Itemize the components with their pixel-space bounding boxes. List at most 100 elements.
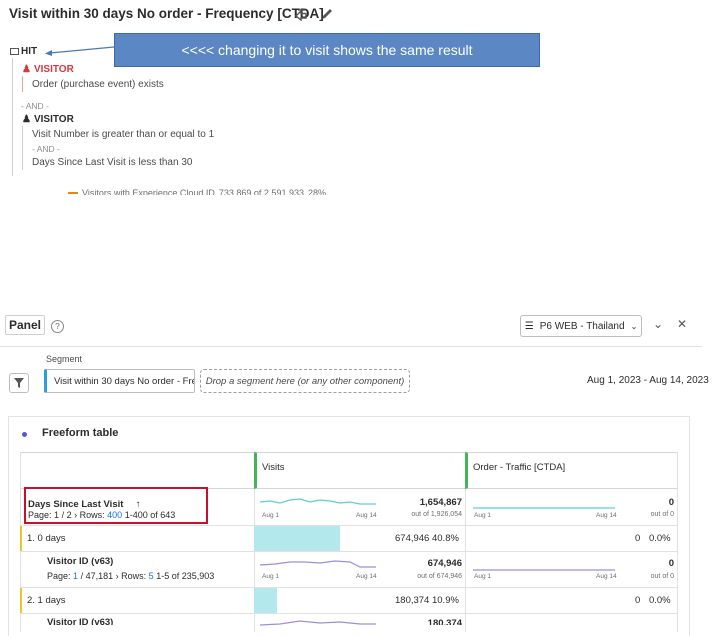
row-1-orders-pct: 0.0%	[648, 533, 671, 544]
row-divider	[20, 613, 678, 614]
callout-arrow-icon	[45, 46, 115, 56]
breakdown-visits: 674,946	[427, 558, 462, 569]
breakdown-page-label: Page:	[47, 571, 71, 581]
breakdown-page-number[interactable]: 1	[73, 571, 78, 581]
visitor-container-1[interactable]: ♟ VISITOR	[22, 64, 74, 75]
person-icon: ♟	[22, 114, 31, 125]
row-divider	[20, 551, 678, 552]
breakdown-2-visits: 180,374	[427, 618, 462, 625]
row-1-visits: 674,946	[395, 533, 430, 544]
condition-visit-number[interactable]: Visit Number is greater than or equal to…	[32, 129, 214, 140]
table-right-border	[677, 452, 678, 632]
applied-segment-pill[interactable]: Visit within 30 days No order - Frequenc…	[44, 369, 195, 393]
breakdown-visits-sparkline	[260, 560, 376, 568]
panel-title[interactable]: Panel	[5, 315, 46, 335]
visualization-status-dot	[22, 432, 27, 437]
chevron-right-icon[interactable]: ›	[116, 571, 119, 581]
summary-pct: 28%	[307, 188, 326, 195]
info-icon[interactable]: ?	[51, 320, 64, 333]
breakdown-2-dimension-name[interactable]: Visitor ID (v63)	[47, 617, 113, 625]
breakdown-dimension-name[interactable]: Visitor ID (v63)	[47, 556, 113, 567]
row-1-orders: 0	[635, 533, 641, 544]
breakdown-pagination: Page: 1 / 47,181 › Rows: 5 1-5 of 235,90…	[47, 571, 214, 581]
visitor-2-rail	[22, 126, 23, 170]
freeform-title[interactable]: Freeform table	[42, 427, 118, 439]
breakdown-rows-range: 1-5 of 235,903	[156, 571, 215, 581]
breakdown-orders-axis-end: Aug 14	[596, 573, 617, 580]
orders-total: 0	[668, 497, 674, 508]
breakdown-axis-start: Aug 1	[262, 573, 279, 580]
visitor-label-1: VISITOR	[33, 64, 74, 75]
annotation-callout: <<<< changing it to visit shows the same…	[114, 33, 540, 67]
segment-filter-button[interactable]	[9, 373, 29, 393]
row-2-visits-pct: 10.9%	[431, 595, 459, 606]
row-divider	[20, 587, 678, 588]
column-separator	[465, 489, 466, 632]
row-2-orders-cell: 0 0.0%	[635, 595, 671, 606]
row-1-label[interactable]: 1. 0 days	[27, 533, 66, 544]
breakdown-page-total: / 47,181	[80, 571, 114, 581]
condition-days-since-last-visit[interactable]: Days Since Last Visit is less than 30	[32, 157, 192, 168]
dimension-header-cell	[20, 452, 254, 489]
hit-container[interactable]: HIT	[10, 46, 37, 57]
visits-total: 1,654,867	[419, 497, 462, 508]
breakdown-orders-sparkline	[473, 569, 615, 571]
hit-label: HIT	[21, 46, 38, 57]
segment-drop-zone[interactable]: Drop a segment here (or any other compon…	[200, 369, 410, 393]
orders-total-sub: out of 0	[650, 511, 674, 518]
column-header-visits[interactable]: Visits	[254, 452, 465, 489]
sparkline-axis-end: Aug 14	[356, 512, 377, 519]
row-1-visits-bar	[254, 526, 340, 551]
breakdown-visits-sub: out of 674,946	[417, 573, 462, 580]
date-range[interactable]: Aug 1, 2023 - Aug 14, 2023	[587, 375, 709, 386]
orders-column-label: Order - Traffic [CTDA]	[473, 462, 566, 473]
row-1-visits-cell: 674,946 40.8%	[395, 533, 459, 544]
share-segment-icon[interactable]	[294, 7, 308, 21]
breakdown-orders: 0	[668, 558, 674, 569]
report-suite-selector[interactable]: ☰ P6 WEB - Thailand ⌄	[520, 315, 642, 337]
and-operator-inner[interactable]: - AND -	[32, 144, 60, 154]
collapse-box-icon[interactable]	[10, 48, 19, 55]
row-2-visits-cell: 180,374 10.9%	[395, 595, 459, 606]
segment-actions	[294, 7, 334, 21]
report-suite-label: P6 WEB - Thailand	[539, 320, 625, 332]
condition-order-exists[interactable]: Order (purchase event) exists	[32, 79, 164, 90]
row-1-marker	[20, 526, 22, 551]
collapse-panel-chevron-icon[interactable]: ⌄	[653, 317, 663, 331]
visitor-1-rail	[22, 76, 23, 92]
legend-swatch	[68, 192, 78, 194]
visits-total-sub: out of 1,926,054	[411, 511, 462, 518]
and-operator[interactable]: - AND -	[21, 101, 49, 111]
chevron-down-icon: ⌄	[630, 321, 638, 331]
row-1-orders-cell: 0 0.0%	[635, 533, 671, 544]
row-2-visits: 180,374	[395, 595, 430, 606]
breakdown-rows-count[interactable]: 5	[149, 571, 154, 581]
person-icon: ♟	[22, 64, 31, 75]
visitor-container-2[interactable]: ♟ VISITOR	[22, 114, 74, 125]
summary-value: 733,869 of 2,591,933	[218, 188, 304, 195]
breakdown-axis-end: Aug 14	[356, 573, 377, 580]
edit-pencil-icon[interactable]	[320, 7, 334, 21]
visits-column-label: Visits	[262, 462, 285, 473]
orders-sparkline	[473, 507, 615, 509]
row-2-visits-bar	[254, 588, 277, 613]
freeform-table: Visits Order - Traffic [CTDA] Days Since…	[20, 452, 678, 632]
row-2-orders-pct: 0.0%	[648, 595, 671, 606]
visitor-label-2: VISITOR	[33, 114, 74, 125]
column-header-orders[interactable]: Order - Traffic [CTDA]	[465, 452, 678, 489]
row-2-orders: 0	[635, 595, 641, 606]
segment-dropzone-label: Segment	[46, 354, 83, 364]
annotation-highlight-box	[24, 487, 208, 524]
row-2-marker	[20, 588, 22, 613]
visits-sparkline	[260, 498, 376, 505]
row-2-label[interactable]: 2. 1 days	[27, 595, 66, 606]
orders-axis-start: Aug 1	[474, 512, 491, 519]
row-1-visits-pct: 40.8%	[431, 533, 459, 544]
close-panel-icon[interactable]: ✕	[677, 317, 687, 331]
panel-divider	[0, 346, 702, 347]
orders-axis-end: Aug 14	[596, 512, 617, 519]
panel-header: Panel	[5, 315, 46, 335]
summary-label: Visitors with Experience Cloud ID	[82, 188, 215, 195]
segment-title: Visit within 30 days No order - Frequenc…	[9, 6, 324, 21]
segment-summary-row: Visitors with Experience Cloud ID 733,86…	[68, 186, 326, 195]
